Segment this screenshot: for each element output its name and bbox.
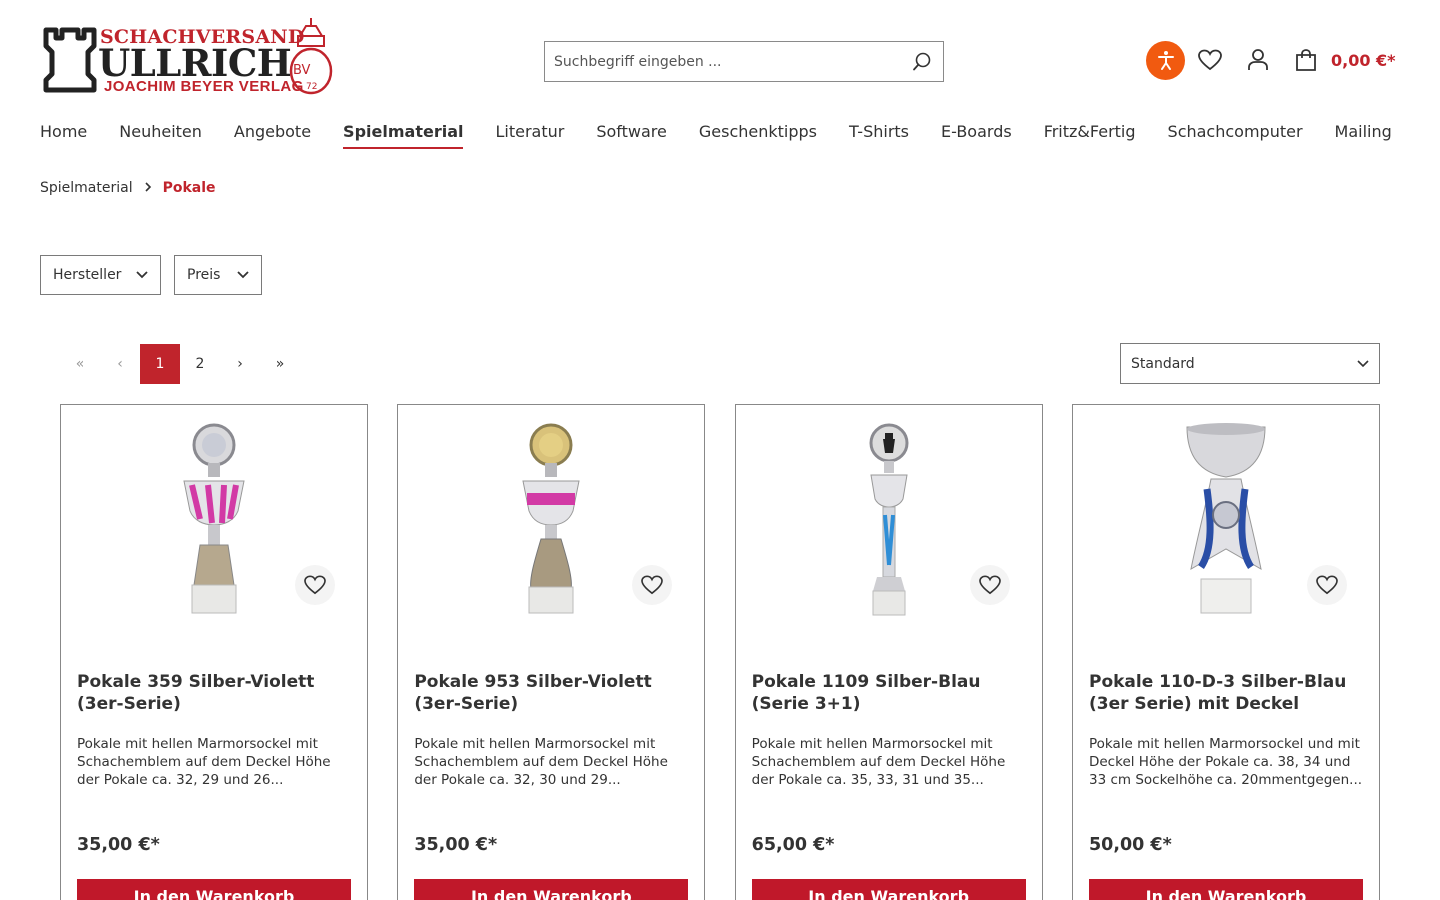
pagination-first-button[interactable]: «	[60, 344, 100, 384]
product-description: Pokale mit hellen Marmorsockel und mit D…	[1088, 736, 1363, 788]
product-card: Pokale 110-D-3 Silber-Blau (3er Serie) m…	[1071, 404, 1380, 900]
shop-logo[interactable]: SCHACHVERSAND ULLRICH JOACHIM BEYER VERL…	[40, 14, 340, 98]
pagination-last-button[interactable]: »	[260, 344, 300, 384]
product-grid: Pokale 359 Silber-Violett (3er-Serie) Po…	[60, 404, 1380, 900]
add-to-cart-button[interactable]: In den Warenkorb	[77, 879, 351, 900]
heart-icon[interactable]	[295, 565, 335, 605]
chevron-down-icon	[136, 271, 148, 279]
pagination-next-button[interactable]: ›	[220, 344, 260, 384]
add-to-cart-button[interactable]: In den Warenkorb	[414, 879, 689, 900]
filter-price-label: Preis	[187, 267, 221, 283]
publisher-seal-icon: BV 72	[289, 18, 333, 95]
filter-price-button[interactable]: Preis	[174, 255, 262, 295]
product-price: 35,00 €*	[77, 835, 160, 855]
user-icon[interactable]	[1243, 45, 1273, 75]
nav-item-t-shirts[interactable]: T-Shirts	[849, 122, 909, 147]
chevron-down-icon	[237, 271, 249, 279]
cart-total[interactable]: 0,00 €*	[1331, 51, 1396, 70]
header-actions: 0,00 €*	[1146, 40, 1396, 80]
search-icon[interactable]	[901, 42, 943, 81]
product-title[interactable]: Pokale 110-D-3 Silber-Blau (3er Serie) m…	[1089, 671, 1365, 715]
nav-item-fritz-fertig[interactable]: Fritz&Fertig	[1044, 122, 1136, 147]
product-card: Pokale 953 Silber-Violett (3er-Serie) Po…	[397, 404, 706, 900]
pagination-page-2[interactable]: 2	[180, 344, 220, 384]
chevron-right-icon	[144, 181, 152, 196]
nav-item-spielmaterial[interactable]: Spielmaterial	[343, 122, 464, 149]
filter-manufacturer-button[interactable]: Hersteller	[40, 255, 161, 295]
product-price: 65,00 €*	[751, 835, 835, 855]
nav-item-mailing[interactable]: Mailing	[1335, 122, 1392, 147]
product-card: Pokale 359 Silber-Violett (3er-Serie) Po…	[60, 404, 368, 900]
product-card: Pokale 1109 Silber-Blau (Serie 3+1) Poka…	[734, 404, 1043, 900]
nav-item-geschenktipps[interactable]: Geschenktipps	[699, 122, 817, 147]
product-title[interactable]: Pokale 1109 Silber-Blau (Serie 3+1)	[752, 671, 1028, 715]
nav-item-schachcomputer[interactable]: Schachcomputer	[1168, 122, 1303, 147]
main-navigation: Home Neuheiten Angebote Spielmaterial Li…	[40, 122, 1424, 149]
heart-icon[interactable]	[969, 565, 1010, 605]
product-description: Pokale mit hellen Marmorsockel mit Schac…	[77, 736, 331, 788]
breadcrumb-current[interactable]: Pokale	[163, 180, 216, 196]
add-to-cart-button[interactable]: In den Warenkorb	[751, 879, 1026, 900]
filter-bar: Hersteller Preis	[40, 255, 275, 295]
product-title[interactable]: Pokale 953 Silber-Violett (3er-Serie)	[414, 671, 690, 715]
chevron-down-icon	[1357, 356, 1369, 372]
shopping-bag-icon[interactable]	[1291, 45, 1321, 75]
nav-item-angebote[interactable]: Angebote	[234, 122, 311, 147]
chess-rook-icon	[43, 27, 97, 93]
sort-select[interactable]: Standard	[1120, 343, 1380, 384]
search-input[interactable]	[545, 42, 901, 81]
add-to-cart-button[interactable]: In den Warenkorb	[1088, 879, 1363, 900]
product-description: Pokale mit hellen Marmorsockel mit Schac…	[414, 736, 668, 788]
heart-icon[interactable]	[1195, 45, 1225, 75]
nav-item-neuheiten[interactable]: Neuheiten	[119, 122, 202, 147]
pagination-prev-button[interactable]: ‹	[100, 344, 140, 384]
product-title[interactable]: Pokale 359 Silber-Violett (3er-Serie)	[77, 671, 353, 715]
product-description: Pokale mit hellen Marmorsockel mit Schac…	[751, 736, 1006, 788]
nav-item-literatur[interactable]: Literatur	[495, 122, 564, 147]
filter-manufacturer-label: Hersteller	[53, 267, 122, 283]
heart-icon[interactable]	[1306, 565, 1347, 605]
seal-letters: BV	[293, 63, 311, 78]
logo-sub-text: JOACHIM BEYER VERLAG	[104, 78, 304, 95]
product-price: 35,00 €*	[414, 835, 498, 855]
seal-year: 72	[306, 82, 317, 92]
breadcrumb-parent[interactable]: Spielmaterial	[40, 180, 133, 196]
pagination: « ‹ 1 2 › »	[60, 344, 300, 384]
search-bar	[544, 41, 944, 82]
nav-item-home[interactable]: Home	[40, 122, 87, 147]
nav-item-e-boards[interactable]: E-Boards	[941, 122, 1012, 147]
breadcrumb: Spielmaterial Pokale	[40, 180, 216, 196]
site-header: SCHACHVERSAND ULLRICH JOACHIM BEYER VERL…	[0, 0, 1440, 110]
sort-selected-value: Standard	[1131, 355, 1195, 372]
accessibility-icon[interactable]	[1146, 40, 1185, 80]
nav-item-software[interactable]: Software	[596, 122, 667, 147]
pagination-page-1[interactable]: 1	[140, 344, 180, 384]
product-price: 50,00 €*	[1088, 835, 1172, 855]
